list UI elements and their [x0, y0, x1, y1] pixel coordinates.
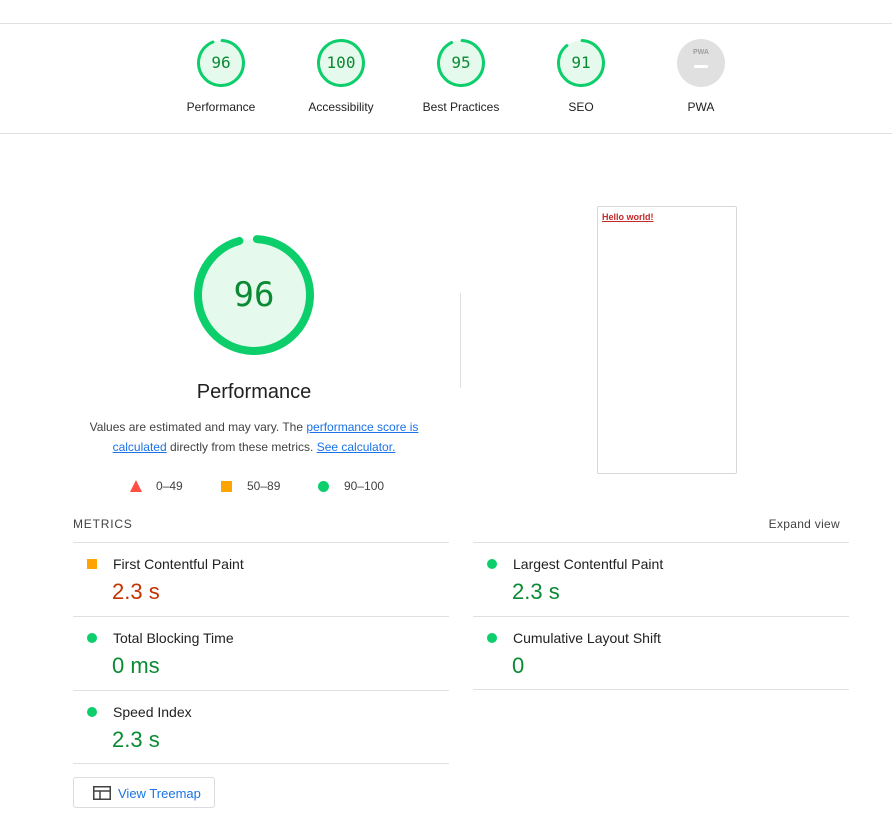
gauge-accessibility[interactable]: 100 Accessibility: [281, 39, 401, 129]
metric-name: First Contentful Paint: [113, 556, 244, 572]
circle-icon: [487, 559, 497, 569]
view-treemap-button[interactable]: View Treemap: [73, 777, 215, 808]
metric-name: Cumulative Layout Shift: [513, 630, 661, 646]
vertical-divider: [460, 293, 461, 388]
metric-value: 2.3 s: [112, 727, 160, 752]
gauge-label: Accessibility: [308, 100, 374, 114]
legend-pass-label: 90–100: [344, 479, 385, 493]
gauge-score: 96: [211, 53, 231, 72]
gauge-label: Best Practices: [422, 100, 500, 114]
metric-total-blocking-time: Total Blocking Time 0 ms: [73, 616, 449, 690]
metric-name: Total Blocking Time: [113, 630, 234, 646]
gauge-label: SEO: [568, 100, 594, 114]
metric-largest-contentful-paint: Largest Contentful Paint 2.3 s: [473, 542, 849, 616]
circle-icon: [487, 633, 497, 643]
gauge-seo[interactable]: 91 SEO: [521, 39, 641, 129]
metrics-column-right: Largest Contentful Paint 2.3 s Cumulativ…: [473, 542, 849, 690]
metric-speed-index: Speed Index 2.3 s: [73, 690, 449, 764]
metric-name: Largest Contentful Paint: [513, 556, 664, 572]
metrics-column-left: First Contentful Paint 2.3 s Total Block…: [73, 542, 449, 764]
metric-cumulative-layout-shift: Cumulative Layout Shift 0: [473, 616, 849, 690]
gauge-best-practices[interactable]: 95 Best Practices: [401, 39, 521, 129]
pwa-badge-icon: PWA: [677, 39, 725, 87]
gauge-performance[interactable]: 96 Performance: [161, 39, 281, 129]
circle-icon: [87, 633, 97, 643]
metric-first-contentful-paint: First Contentful Paint 2.3 s: [73, 542, 449, 616]
category-summary-bar: 96 Performance 100 Accessibility 95 Best…: [0, 24, 892, 134]
gauge-label: Performance: [186, 100, 256, 114]
view-treemap-label: View Treemap: [118, 786, 201, 801]
performance-description: Values are estimated and may vary. The p…: [80, 417, 428, 457]
triangle-icon: [130, 480, 142, 492]
desc-text: Values are estimated and may vary. The: [89, 420, 307, 434]
see-calculator-link[interactable]: See calculator.: [317, 440, 396, 454]
performance-score: 96: [233, 275, 275, 315]
metric-value: 0: [512, 653, 525, 678]
square-icon: [87, 559, 97, 569]
metrics-heading: METRICS: [73, 517, 133, 531]
dash-icon: [694, 65, 708, 68]
metric-value: 2.3 s: [112, 579, 160, 604]
treemap-icon: [93, 786, 111, 800]
desc-text: directly from these metrics.: [166, 440, 317, 454]
gauge-score: 100: [326, 53, 356, 72]
final-screenshot-thumbnail[interactable]: Hello world!: [597, 206, 737, 474]
metric-name: Speed Index: [113, 704, 192, 720]
gauge-score: 95: [451, 53, 471, 72]
metric-value: 0 ms: [112, 653, 160, 678]
metric-value: 2.3 s: [512, 579, 560, 604]
expand-view-toggle[interactable]: Expand view: [769, 517, 840, 531]
circle-icon: [318, 481, 329, 492]
pwa-badge-text: PWA: [693, 49, 709, 56]
square-icon: [221, 481, 232, 492]
gauge-label: PWA: [687, 100, 715, 114]
gauge-pwa[interactable]: PWA PWA: [641, 39, 761, 129]
performance-gauge-large: 96: [194, 235, 314, 355]
gauge-score: 91: [571, 53, 591, 72]
circle-icon: [87, 707, 97, 717]
performance-title: Performance: [196, 381, 312, 403]
screenshot-text: Hello world!: [602, 212, 654, 222]
legend-average-label: 50–89: [247, 479, 281, 493]
legend-fail-label: 0–49: [156, 479, 183, 493]
